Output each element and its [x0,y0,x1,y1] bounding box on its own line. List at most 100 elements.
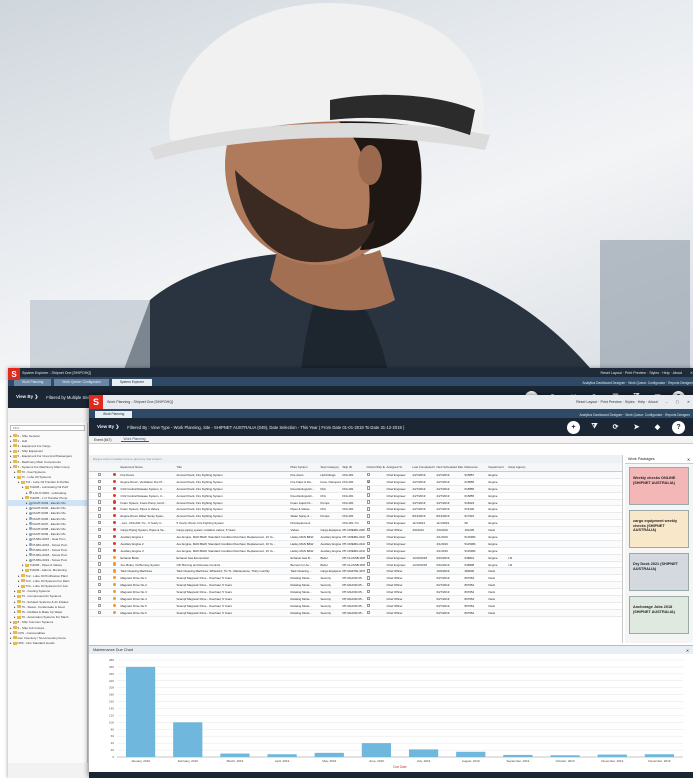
critical-checkbox[interactable] [366,520,370,525]
table-row[interactable]: Fire Doors Annual Check, Fire Fighting Sy… [89,472,622,479]
expand-icon[interactable]: ▸ [10,465,12,469]
row-checkbox[interactable] [97,520,101,525]
table-row[interactable]: Foam System, Pipes & Valves Annual Check,… [89,506,622,514]
table-row[interactable]: Magnetic Drive No.2 Scampf Magnetic Drive… [89,582,622,590]
row-checkbox[interactable] [97,596,101,601]
expand-icon[interactable]: ▸ [26,558,28,562]
tree-node[interactable]: ▸ NSS - Non Standard Goods [8,641,87,646]
row-checkbox[interactable] [97,486,101,490]
close-icon[interactable]: ✕ [687,400,693,404]
table-row[interactable]: Magnetic Drive No.3 Scampf Magnetic Drive… [89,589,622,597]
table-row[interactable]: CO2 Central Release System, C... Annual C… [89,485,622,493]
expand-icon[interactable]: ▸ [26,527,28,531]
help-icon[interactable]: ? [672,420,685,434]
add-icon[interactable]: + [567,420,580,434]
filter-icon[interactable]: ⧩ [588,421,601,434]
column-header[interactable]: Sept Category [319,465,341,469]
tab-work-planning[interactable]: Work Planning [95,411,133,418]
tab-event[interactable]: Event (547) [91,438,115,442]
critical-checkbox[interactable] [366,500,370,504]
expand-icon[interactable]: ▸ [14,589,16,593]
table-row[interactable]: Auxiliary Engine 3 Aux Engine, MAN B&W, S… [89,548,622,555]
column-header[interactable]: Reference [463,465,487,469]
critical-checkbox[interactable] [366,569,370,573]
expand-icon[interactable]: ▸ [10,439,12,443]
row-checkbox[interactable] [97,603,101,608]
critical-checkbox[interactable] [366,527,370,532]
column-header[interactable]: Plant System [289,465,319,469]
critical-checkbox[interactable] [366,589,370,594]
expand-icon[interactable]: ▸ [18,574,20,578]
expand-icon[interactable]: ▸ [26,537,28,541]
row-checkbox[interactable] [97,582,101,587]
critical-checkbox[interactable] [366,534,370,539]
row-checkbox[interactable] [97,555,101,559]
row-checkbox[interactable] [97,527,101,532]
expand-icon[interactable]: ▸ [10,641,12,645]
row-checkbox[interactable] [97,514,101,518]
column-header[interactable]: Next Scheduled Date [435,465,464,469]
row-checkbox[interactable] [97,548,101,552]
expand-icon[interactable]: ▸ [22,568,24,572]
minimize-icon[interactable]: – [666,400,668,404]
expand-icon[interactable]: ▸ [14,600,16,604]
table-row[interactable]: Magnetic Drive No.1 Scampf Magnetic Drive… [89,575,622,583]
critical-checkbox[interactable] [366,555,370,559]
expand-icon[interactable]: ▸ [26,511,28,515]
expand-icon[interactable]: ▸ [14,610,16,614]
view-by-button[interactable]: View By ❯ [16,394,38,400]
column-header[interactable]: Critical Ship Equipment [365,465,386,469]
designer-links[interactable]: Analytics Dashboard Designer · Work Queu… [580,413,693,418]
expand-icon[interactable]: ▸ [10,636,12,640]
row-checkbox[interactable] [97,493,101,497]
expand-icon[interactable]: ▸ [10,449,12,453]
expand-icon[interactable]: ▸ [22,496,24,500]
critical-checkbox[interactable] [366,486,370,490]
critical-checkbox[interactable] [366,548,370,552]
table-row[interactable]: Tank Cleaning Machines Tank Cleaning Mach… [89,568,622,576]
table-row[interactable]: Foam System, Foam Pump, Horiz... Annual C… [89,499,622,507]
table-row[interactable]: Cargo Piping System, Pipes & Va... Cargo … [89,527,622,535]
expand-icon[interactable]: ▸ [26,506,28,510]
column-header[interactable]: Title [175,465,289,469]
work-package-card[interactable]: Weekly checks ONLINE (SHIPNET AUSTRALIA) [629,467,689,505]
table-row[interactable]: Exhaust Boiler Exhaust Gas Economizer Exha… [89,554,622,562]
row-checkbox[interactable] [97,500,101,504]
row-checkbox[interactable] [97,610,101,614]
expand-icon[interactable]: ▸ [22,563,24,567]
expand-icon[interactable]: ▸ [26,543,28,547]
expand-icon[interactable]: ▸ [26,491,28,495]
expand-icon[interactable]: ▸ [26,548,28,552]
row-checkbox[interactable] [97,541,101,546]
title-actions[interactable]: Reset Layout · Print Preview · Styles · … [600,371,682,375]
critical-checkbox[interactable] [366,507,370,511]
expand-icon[interactable]: ▸ [18,480,20,484]
tab-work-queue-configurator[interactable]: Work Queue: Configurator [54,379,109,386]
expand-icon[interactable]: ▸ [10,620,12,624]
critical-checkbox[interactable] [366,472,370,477]
critical-checkbox[interactable] [366,596,370,601]
expand-icon[interactable]: ▸ [26,532,28,536]
bookmark-icon[interactable]: ◆ [651,421,664,434]
row-checkbox[interactable] [97,589,101,594]
view-by-button[interactable]: View By ❯ [97,424,119,430]
find-input[interactable]: Find... [10,425,85,431]
critical-checkbox[interactable] [366,582,370,587]
expand-icon[interactable]: ▸ [14,615,16,619]
critical-checkbox[interactable] [366,576,370,580]
work-package-card[interactable]: cargo equipment weekly checks (SHIPNET A… [629,510,689,548]
send-icon[interactable]: ➤ [630,421,643,434]
row-checkbox[interactable] [97,569,101,573]
row-checkbox[interactable] [97,576,101,580]
expand-icon[interactable]: ▸ [14,470,16,474]
critical-checkbox[interactable] [366,603,370,608]
table-row[interactable]: CO2 Central Release System, C... Annual C… [89,493,622,500]
work-package-card[interactable]: Anchorage Jobs 2018 (SHIPNET AUSTRALIA) [629,596,689,634]
expand-icon[interactable]: ▸ [26,517,28,521]
row-checkbox[interactable] [97,507,101,511]
expand-icon[interactable]: ▸ [10,444,12,448]
row-checkbox[interactable] [97,479,101,484]
close-icon[interactable]: ✕ [687,457,693,462]
tab-work-planning-view[interactable]: Work Planning [120,437,149,442]
table-row[interactable]: - Hot - FFA-001-YG - 5 Yearly C... 5 Year… [89,520,622,528]
